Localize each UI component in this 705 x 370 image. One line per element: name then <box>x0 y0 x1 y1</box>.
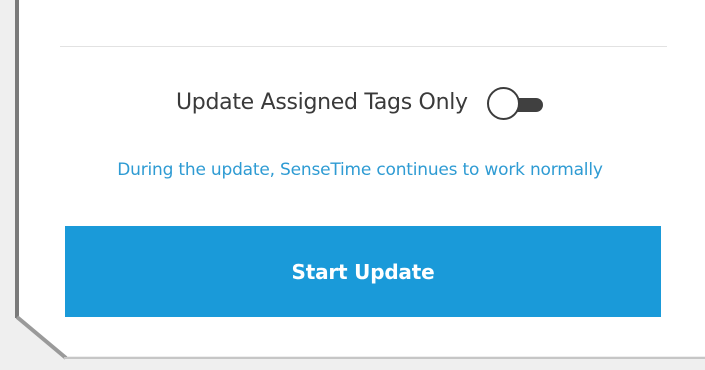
update-assigned-tags-label: Update Assigned Tags Only <box>176 90 468 115</box>
start-update-button[interactable]: Start Update <box>65 226 661 317</box>
update-assigned-tags-toggle[interactable] <box>487 86 557 124</box>
assigned-tags-toggle-row: Update Assigned Tags Only <box>0 84 705 128</box>
update-screen: Update Assigned Tags Only During the upd… <box>0 0 705 370</box>
update-info-text: During the update, SenseTime continues t… <box>117 160 603 180</box>
toggle-knob <box>487 87 520 120</box>
section-divider <box>60 46 667 47</box>
